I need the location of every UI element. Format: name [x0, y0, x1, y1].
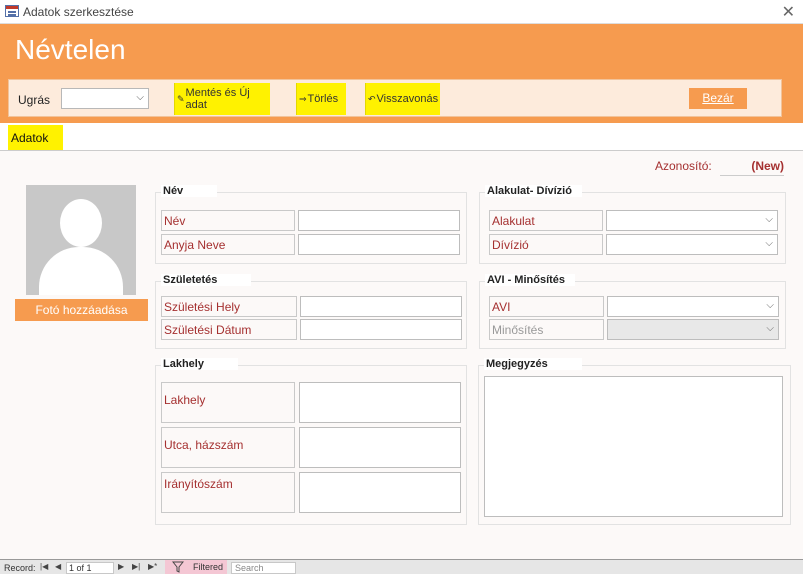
new-record-icon[interactable]: ▶*	[148, 562, 157, 571]
record-navigation-bar: Record: |◀ ◀ 1 of 1 ▶ ▶| ▶* Filtered Sea…	[0, 559, 803, 574]
street-input[interactable]	[299, 427, 461, 468]
window-titlebar: Adatok szerkesztése ✕	[0, 0, 803, 24]
toolbar: Ugrás ⌵ ✎ Mentés és Új adat ⇒ Törlés ↶ V…	[8, 79, 782, 117]
first-record-icon[interactable]: |◀	[40, 562, 48, 571]
filter-toggle[interactable]: Filtered	[165, 560, 227, 574]
residence-label: Lakhely	[161, 382, 295, 423]
delete-icon: ⇒	[299, 93, 307, 104]
form-detail: Azonosító: (New) Fotó hozzáadása Név Név…	[0, 151, 803, 559]
chevron-down-icon[interactable]: ⌵	[766, 323, 774, 334]
rating-label: Minősítés	[489, 319, 604, 340]
unit-label: Alakulat	[489, 210, 603, 231]
tab-adatok[interactable]: Adatok	[8, 125, 63, 150]
avatar-body-icon	[39, 247, 123, 295]
note-textarea[interactable]	[484, 376, 783, 517]
save-new-label: Mentés és Új adat	[185, 87, 250, 111]
division-label: Dívízió	[489, 234, 603, 255]
avi-group-title: AVI - Minősítés	[485, 274, 576, 286]
name-group-title: Név	[161, 185, 218, 197]
unit-group-title: Alakulat- Dívízió	[485, 185, 582, 197]
note-group-title: Megjegyzés	[484, 358, 582, 370]
name-input[interactable]	[298, 210, 460, 231]
save-new-button[interactable]: ✎ Mentés és Új adat	[174, 83, 270, 115]
next-record-icon[interactable]: ▶	[118, 562, 124, 571]
residence-group-title: Lakhely	[161, 358, 238, 370]
avatar-head-icon	[60, 199, 102, 247]
filter-label: Filtered	[192, 562, 223, 572]
previous-record-icon[interactable]: ◀	[55, 562, 61, 571]
form-icon	[5, 5, 19, 17]
record-id-value: (New)	[751, 159, 784, 173]
zip-label: Irányítószám	[161, 472, 295, 513]
current-record-input[interactable]: 1 of 1	[66, 562, 114, 574]
avi-combobox[interactable]: ⌵	[607, 296, 779, 317]
rating-combobox[interactable]: ⌵	[607, 319, 779, 340]
window-title: Adatok szerkesztése	[23, 5, 134, 19]
division-combobox[interactable]: ⌵	[606, 234, 778, 255]
photo-placeholder[interactable]	[26, 185, 136, 295]
undo-button[interactable]: ↶ Visszavonás	[365, 83, 440, 115]
birth-date-label: Születési Dátum	[161, 319, 297, 340]
residence-input[interactable]	[299, 382, 461, 423]
record-label: Record:	[4, 563, 36, 573]
search-input[interactable]: Search	[231, 562, 296, 574]
birth-group-title: Születetés	[161, 274, 252, 286]
birth-place-label: Születési Hely	[161, 296, 297, 317]
window-close-icon[interactable]: ✕	[782, 2, 795, 22]
close-button[interactable]: Bezár	[689, 88, 747, 109]
mother-name-label: Anyja Neve	[161, 234, 295, 255]
birth-date-input[interactable]	[300, 319, 462, 340]
unit-combobox[interactable]: ⌵	[606, 210, 778, 231]
delete-button[interactable]: ⇒ Törlés	[296, 83, 346, 115]
chevron-down-icon[interactable]: ⌵	[765, 238, 773, 249]
mother-name-input[interactable]	[298, 234, 460, 255]
undo-icon: ↶	[368, 93, 376, 104]
birth-place-input[interactable]	[300, 296, 462, 317]
street-label: Utca, házszám	[161, 427, 295, 468]
record-id-underline	[720, 175, 784, 176]
zip-input[interactable]	[299, 472, 461, 513]
undo-label: Visszavonás	[376, 93, 439, 105]
goto-label: Ugrás	[18, 93, 51, 107]
last-record-icon[interactable]: ▶|	[132, 562, 140, 571]
goto-combobox[interactable]: ⌵	[61, 88, 149, 109]
delete-label: Törlés	[307, 93, 339, 105]
record-id-label: Azonosító:	[655, 159, 712, 173]
chevron-down-icon[interactable]: ⌵	[765, 214, 773, 225]
avi-label: AVI	[489, 296, 604, 317]
chevron-down-icon[interactable]: ⌵	[136, 92, 144, 103]
add-photo-button[interactable]: Fotó hozzáadása	[15, 299, 148, 321]
form-header: Névtelen Ugrás ⌵ ✎ Mentés és Új adat ⇒ T…	[0, 24, 803, 123]
chevron-down-icon[interactable]: ⌵	[766, 300, 774, 311]
save-icon: ✎	[177, 93, 185, 104]
funnel-icon	[172, 561, 184, 573]
tab-strip: Adatok	[0, 123, 803, 151]
name-label: Név	[161, 210, 295, 231]
form-title: Névtelen	[15, 34, 126, 65]
